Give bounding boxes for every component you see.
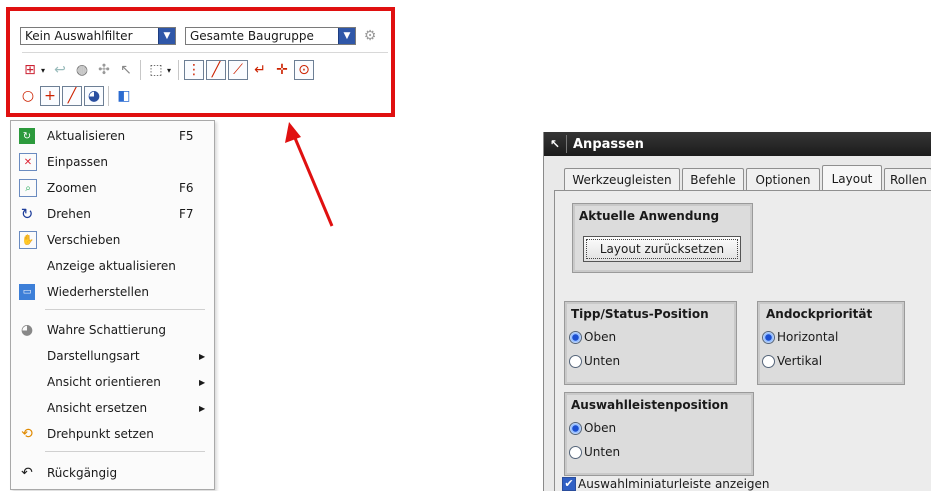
show-selection-minibar-checkbox[interactable]: ✔ Auswahlminiaturleiste anzeigen xyxy=(562,477,770,491)
group-selection-bar-position: Auswahlleistenposition Oben Unten xyxy=(564,392,754,476)
cursor-icon: ↖ xyxy=(549,137,561,151)
group-title: Aktuelle Anwendung xyxy=(579,209,720,223)
group-title: Tipp/Status-Position xyxy=(571,307,709,321)
radio-unselected-icon xyxy=(569,354,582,368)
radio-selected-icon xyxy=(569,421,582,435)
radio-label: Horizontal xyxy=(777,330,839,344)
radio-label: Unten xyxy=(584,445,621,459)
radio-selected-icon xyxy=(569,330,582,344)
radio-tip-oben[interactable]: Oben xyxy=(569,330,616,344)
annotation-arrow-toolbar xyxy=(285,122,334,227)
radio-label: Vertikal xyxy=(777,354,823,368)
layout-tab-panel: Aktuelle Anwendung Layout zurücksetzen T… xyxy=(554,190,931,491)
customize-dialog: ↖ Anpassen Werkzeugleisten Befehle Optio… xyxy=(543,132,931,491)
radio-dock-vertikal[interactable]: Vertikal xyxy=(762,354,822,368)
tab-label: Werkzeugleisten xyxy=(572,172,672,187)
radio-selected-icon xyxy=(762,330,775,344)
radio-selbar-unten[interactable]: Unten xyxy=(569,445,620,459)
tab-label: Befehle xyxy=(690,172,736,187)
radio-label: Oben xyxy=(584,330,617,344)
radio-label: Oben xyxy=(584,421,617,435)
radio-tip-unten[interactable]: Unten xyxy=(569,354,620,368)
dialog-title: Anpassen xyxy=(573,136,644,152)
group-docking-priority: Andockpriorität Horizontal Vertikal xyxy=(757,301,905,385)
radio-unselected-icon xyxy=(569,445,582,459)
tab-label: Optionen xyxy=(755,172,811,187)
reset-layout-button[interactable]: Layout zurücksetzen xyxy=(583,236,741,262)
group-tip-status-position: Tipp/Status-Position Oben Unten xyxy=(564,301,737,385)
dialog-titlebar[interactable]: ↖ Anpassen xyxy=(544,132,931,156)
titlebar-separator xyxy=(566,135,567,153)
tab-layout[interactable]: Layout xyxy=(822,165,882,191)
radio-label: Unten xyxy=(584,354,621,368)
radio-selbar-oben[interactable]: Oben xyxy=(569,421,616,435)
radio-unselected-icon xyxy=(762,354,775,368)
radio-dock-horizontal[interactable]: Horizontal xyxy=(762,330,838,344)
tab-label: Layout xyxy=(831,171,873,186)
button-label: Layout zurücksetzen xyxy=(599,242,725,256)
checkbox-label: Auswahlminiaturleiste anzeigen xyxy=(578,477,770,491)
tab-befehle[interactable]: Befehle xyxy=(682,168,744,190)
group-title: Andockpriorität xyxy=(766,307,873,321)
tab-label: Rollen xyxy=(890,172,927,187)
checkbox-checked-icon: ✔ xyxy=(562,477,576,491)
tab-rollen[interactable]: Rollen xyxy=(884,168,931,190)
tab-optionen[interactable]: Optionen xyxy=(746,168,820,190)
group-current-application: Aktuelle Anwendung Layout zurücksetzen xyxy=(572,203,753,273)
tab-werkzeugleisten[interactable]: Werkzeugleisten xyxy=(564,168,680,190)
group-title: Auswahlleistenposition xyxy=(571,398,729,412)
